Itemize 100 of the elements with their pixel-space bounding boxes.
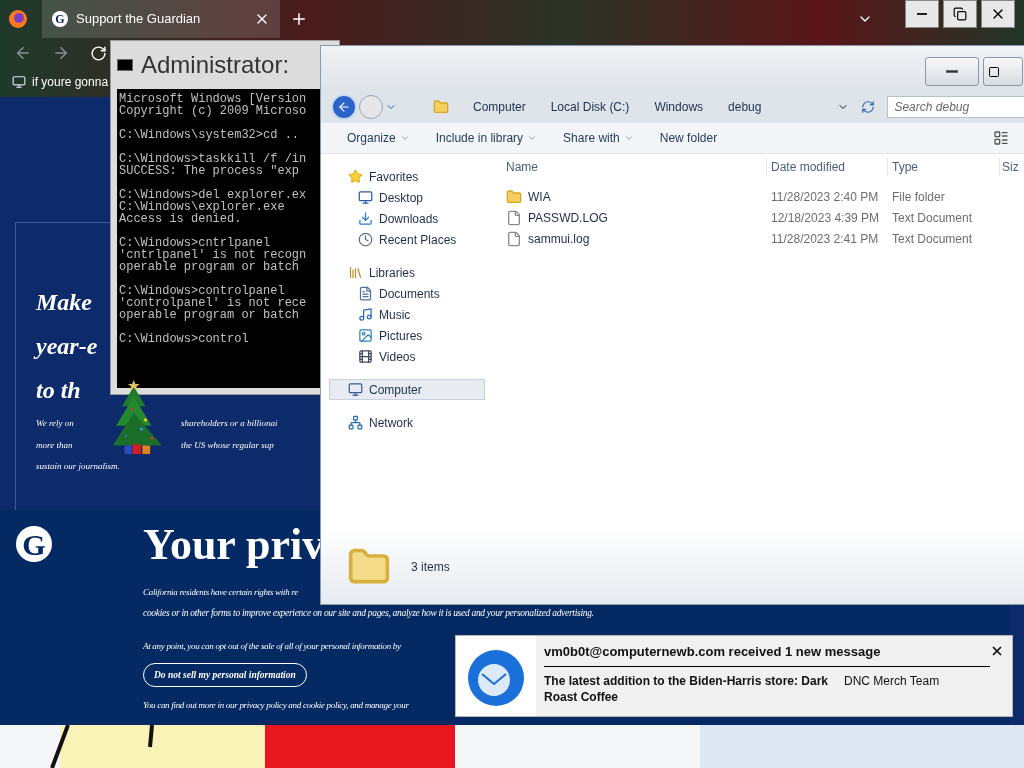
nav-item[interactable]: Favorites — [329, 166, 485, 187]
console-line: operable program or batch — [119, 309, 301, 321]
console-line: C:\Windows\explorer.exe — [119, 201, 285, 213]
toolbar-button[interactable]: Share with — [563, 129, 634, 147]
minimize-button[interactable] — [925, 57, 979, 86]
toolbar-button[interactable]: Organize — [347, 129, 410, 147]
nav-item[interactable]: Pictures — [339, 325, 495, 346]
browser-logo-icon[interactable] — [8, 9, 28, 29]
body-text: sustain our journalism. — [36, 460, 120, 473]
message-subject: The latest addition to the Biden-Harris store: Dark Roast Coffee — [544, 672, 830, 705]
minimize-icon — [946, 70, 958, 73]
browser-tab[interactable]: G Support the Guardian — [42, 0, 280, 38]
monitor-icon — [358, 190, 373, 205]
picture-icon — [358, 328, 373, 343]
document-icon — [358, 286, 373, 301]
bookmark-item[interactable]: if youre gonna — [12, 73, 109, 91]
maximize-button[interactable] — [983, 57, 1023, 86]
breadcrumb-item[interactable]: Computer — [461, 98, 538, 116]
guardian-favicon: G — [52, 11, 68, 27]
music-icon — [358, 307, 373, 322]
nav-item[interactable]: Documents — [339, 283, 495, 304]
tab-title: Support the Guardian — [76, 10, 202, 29]
privacy-text: California residents have certain rights with re — [143, 586, 299, 599]
file-icon — [506, 230, 522, 247]
nav-item[interactable]: Libraries — [329, 262, 485, 283]
folder-icon — [433, 99, 449, 115]
star-icon — [348, 169, 363, 184]
computer-icon — [348, 382, 363, 397]
minimize-button[interactable] — [905, 0, 939, 28]
file-type: Text Document — [891, 230, 973, 248]
nav-item[interactable]: Network — [329, 412, 485, 433]
network-icon — [348, 415, 363, 430]
body-text: We rely on — [36, 417, 75, 430]
console-line: 'controlpanel' is not rece — [119, 297, 308, 309]
file-icon — [506, 209, 522, 226]
forward-icon[interactable] — [52, 44, 70, 62]
nav-item[interactable]: Videos — [339, 346, 495, 367]
file-date: 11/28/2023 2:41 PM — [770, 230, 880, 248]
film-icon — [358, 349, 373, 364]
privacy-title: Your priv — [143, 519, 325, 571]
column-header[interactable]: Siz — [999, 158, 1019, 176]
console-line: C:\Windows>cntrlpanel — [119, 237, 272, 249]
search-field[interactable]: Search debug — [887, 96, 1024, 118]
status-text: 3 items — [411, 558, 450, 576]
toolbar-button[interactable]: Include in library — [435, 129, 538, 147]
breadcrumb-item[interactable]: Local Disk (C:) — [538, 98, 642, 116]
console-line: C:\Windows\system32>cd .. — [119, 129, 301, 141]
restore-icon — [953, 7, 967, 21]
body-text: shareholders or a billionai — [181, 417, 278, 430]
back-icon[interactable] — [14, 44, 32, 62]
caret-icon — [527, 133, 538, 143]
close-button[interactable] — [981, 0, 1015, 28]
privacy-text: cookies or in other forms to improve experience on our site and pages, analyze how it is used and your personalized advertising. — [143, 606, 594, 620]
column-header[interactable]: Date modified — [766, 158, 887, 176]
file-name[interactable]: PASSWD.LOG — [528, 208, 608, 227]
heading-line: Make — [36, 288, 92, 317]
breadcrumb-item[interactable]: Windows — [642, 98, 716, 116]
maximize-icon — [988, 65, 1000, 78]
nav-item[interactable]: Downloads — [339, 208, 495, 229]
window-title: Administrator: — [141, 50, 291, 80]
column-header[interactable]: Name — [506, 158, 766, 176]
download-icon — [358, 211, 373, 226]
console-line: operable program or batch — [119, 261, 300, 273]
console-line: C:\Windows>taskkill /f /in — [119, 153, 308, 165]
console-line: C:\Windows>del explorer.ex — [119, 189, 308, 201]
back-button[interactable] — [331, 94, 357, 120]
file-type: Text Document — [891, 209, 973, 227]
file-type: File folder — [891, 188, 945, 206]
toolbar-button[interactable]: New folder — [659, 129, 718, 147]
console-line: SUCCESS: The process "exp — [119, 165, 301, 177]
close-icon[interactable] — [990, 644, 1004, 658]
new-tab-icon[interactable] — [290, 10, 308, 28]
clock-icon — [358, 232, 373, 247]
breadcrumb-item[interactable]: debug — [716, 98, 774, 116]
minimize-icon — [917, 13, 927, 15]
restore-button[interactable] — [943, 0, 977, 28]
nav-item[interactable]: Computer — [329, 379, 485, 400]
guardian-logo: G — [16, 526, 52, 562]
console-line: 'cntrlpanel' is not recogn — [119, 249, 308, 261]
refresh-icon[interactable] — [861, 100, 876, 114]
caret-icon — [399, 133, 410, 143]
console-line: C:\Windows>controlpanel — [119, 285, 286, 297]
column-header[interactable]: Type — [887, 158, 999, 176]
nav-item[interactable]: Music — [339, 304, 495, 325]
file-date: 11/28/2023 2:40 PM — [770, 188, 880, 206]
caret-icon — [623, 133, 634, 143]
folder-icon — [506, 188, 522, 205]
reload-icon[interactable] — [90, 44, 107, 62]
heading-line: to th — [36, 376, 81, 405]
file-date: 12/18/2023 4:39 PM — [770, 209, 881, 227]
file-name[interactable]: WIA — [528, 187, 551, 206]
console-line: C:\Windows>control — [119, 333, 250, 345]
view-icon[interactable] — [993, 130, 1009, 146]
console-line: Copyright (c) 2009 Microso — [119, 105, 308, 117]
terminal-icon — [117, 59, 133, 71]
file-name[interactable]: sammui.log — [528, 229, 590, 248]
nav-item[interactable]: Recent Places — [339, 229, 495, 250]
library-icon — [348, 265, 363, 280]
nav-item[interactable]: Desktop — [339, 187, 495, 208]
body-text: the US whose regular sup — [181, 438, 274, 452]
